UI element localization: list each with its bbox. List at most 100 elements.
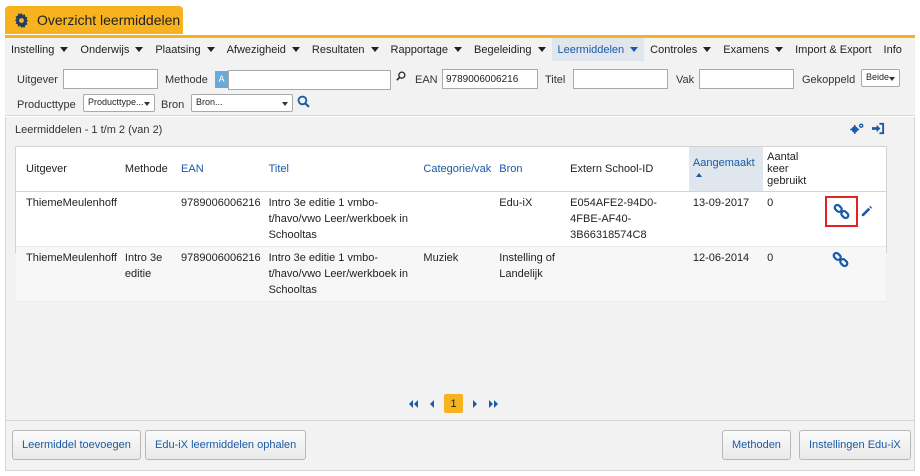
sign-in-icon[interactable] [871, 122, 886, 135]
menu-onderwijs[interactable]: Onderwijs [74, 38, 149, 61]
search-icon[interactable] [396, 71, 406, 81]
methode-input[interactable] [228, 70, 391, 90]
menu-afwezigheid[interactable]: Afwezigheid [221, 38, 306, 61]
caret-down-icon [60, 47, 69, 52]
menu-rapportage[interactable]: Rapportage [385, 38, 469, 61]
autocomplete-icon[interactable]: A [215, 71, 228, 88]
gear-icon [14, 12, 29, 28]
menu-instelling[interactable]: Instelling [5, 38, 74, 61]
table-row: ThiemeMeulenhoff Intro 3e editie 9789006… [16, 246, 886, 302]
panel-tools [850, 122, 886, 135]
link-button-highlighted[interactable] [825, 196, 859, 227]
menu-leermiddelen[interactable]: Leermiddelen [551, 38, 645, 61]
methoden-button[interactable]: Methoden [722, 430, 791, 460]
cell-uitgever: ThiemeMeulenhoff [16, 191, 121, 247]
caret-down-icon [370, 47, 379, 52]
uitgever-label: Uitgever [17, 74, 58, 86]
cell-extern-school-id [566, 246, 689, 302]
pagination: 1 [408, 394, 499, 413]
ean-label: EAN [415, 74, 438, 86]
sort-asc-icon [695, 173, 702, 178]
current-page[interactable]: 1 [444, 394, 463, 413]
results-panel: Leermiddelen - 1 t/m 2 (van 2) Uitgever … [5, 117, 915, 471]
main-menu: Instelling Onderwijs Plaatsing Afwezighe… [5, 35, 915, 61]
next-page-icon[interactable] [473, 399, 478, 408]
col-uitgever: Uitgever [16, 147, 121, 192]
col-actions [821, 147, 886, 192]
titel-input[interactable] [573, 69, 668, 89]
last-page-icon[interactable] [488, 399, 499, 408]
caret-down-icon [703, 47, 712, 52]
producttype-label: Producttype [17, 99, 76, 111]
menu-info[interactable]: Info [878, 38, 908, 61]
cell-bron: Instelling of Landelijk [495, 246, 567, 302]
vak-input[interactable] [699, 69, 794, 89]
menu-begeleiding[interactable]: Begeleiding [468, 38, 552, 61]
cell-ean: 9789006006216 [177, 246, 265, 302]
cell-aantal: 0 [763, 246, 822, 302]
col-bron[interactable]: Bron [495, 147, 567, 192]
fetch-edu-ix-button[interactable]: Edu-iX leermiddelen ophalen [145, 430, 307, 460]
col-aangemaakt[interactable]: Aangemaakt [688, 147, 764, 192]
col-ean[interactable]: EAN [177, 147, 265, 192]
cell-categorie: Muziek [419, 246, 496, 302]
search-icon[interactable] [297, 95, 310, 108]
caret-down-icon [775, 47, 784, 52]
col-titel[interactable]: Titel [264, 147, 420, 192]
cell-methode [120, 191, 178, 247]
menu-plaatsing[interactable]: Plaatsing [149, 38, 220, 61]
col-methode: Methode [120, 147, 178, 192]
link-icon [833, 203, 850, 220]
vak-label: Vak [676, 74, 695, 86]
results-table: Uitgever Methode EAN Titel Categorie/vak… [15, 146, 887, 302]
cell-categorie [419, 191, 496, 247]
cell-aangemaakt: 12-06-2014 [688, 246, 764, 302]
edu-ix-settings-button[interactable]: Instellingen Edu-iX [799, 430, 911, 460]
prev-page-icon[interactable] [429, 399, 434, 408]
cell-bron: Edu-iX [495, 191, 567, 247]
cell-methode: Intro 3e editie [120, 246, 178, 302]
menu-import-export[interactable]: Import & Export [789, 38, 877, 61]
gekoppeld-label: Gekoppeld [802, 74, 856, 86]
caret-down-icon [537, 47, 546, 52]
caret-down-icon [206, 47, 215, 52]
cell-aangemaakt: 13-09-2017 [688, 191, 764, 247]
page-tab[interactable]: Overzicht leermiddelen [5, 6, 183, 34]
menu-examens[interactable]: Examens [717, 38, 789, 61]
gekoppeld-select[interactable]: Beide [861, 69, 900, 87]
ean-input[interactable] [442, 69, 538, 89]
col-categorie[interactable]: Categorie/vak [419, 147, 496, 192]
cell-actions [821, 191, 886, 247]
bron-label: Bron [161, 99, 185, 111]
settings-gears-icon[interactable] [850, 122, 865, 135]
link-icon[interactable] [832, 251, 849, 268]
cell-extern-school-id: E054AFE2-94D0-4FBE-AF40-3B66318574C8 [566, 191, 689, 247]
pencil-icon[interactable] [860, 205, 873, 218]
uitgever-input[interactable] [63, 69, 158, 89]
cell-uitgever: ThiemeMeulenhoff [16, 246, 121, 302]
cell-titel: Intro 3e editie 1 vmbo-t/havo/vwo Leer/w… [264, 246, 420, 302]
caret-down-icon [291, 47, 300, 52]
table-row: ThiemeMeulenhoff 9789006006216 Intro 3e … [16, 191, 886, 247]
menu-resultaten[interactable]: Resultaten [306, 38, 385, 61]
caret-down-icon [630, 47, 639, 52]
bron-select[interactable]: Bron... [191, 94, 293, 112]
page-title: Overzicht leermiddelen [37, 12, 181, 28]
first-page-icon[interactable] [408, 399, 419, 408]
results-count: Leermiddelen - 1 t/m 2 (van 2) [15, 124, 163, 136]
methode-label: Methode [165, 74, 208, 86]
cell-aantal: 0 [763, 191, 822, 247]
footer-divider [6, 420, 914, 421]
cell-actions [821, 246, 886, 302]
producttype-select[interactable]: Producttype... [83, 94, 155, 112]
caret-down-icon [454, 47, 463, 52]
col-extern-school-id: Extern School-ID [566, 147, 689, 192]
cell-ean: 9789006006216 [177, 191, 265, 247]
col-aantal-gebruikt: Aantal keer gebruikt [763, 147, 822, 192]
cell-titel: Intro 3e editie 1 vmbo-t/havo/vwo Leer/w… [264, 191, 420, 247]
caret-down-icon [135, 47, 144, 52]
filter-bar: Uitgever Methode A EAN Titel Vak Gekoppe… [5, 61, 915, 116]
add-leermiddel-button[interactable]: Leermiddel toevoegen [12, 430, 141, 460]
titel-label: Titel [545, 74, 566, 86]
menu-controles[interactable]: Controles [644, 38, 717, 61]
